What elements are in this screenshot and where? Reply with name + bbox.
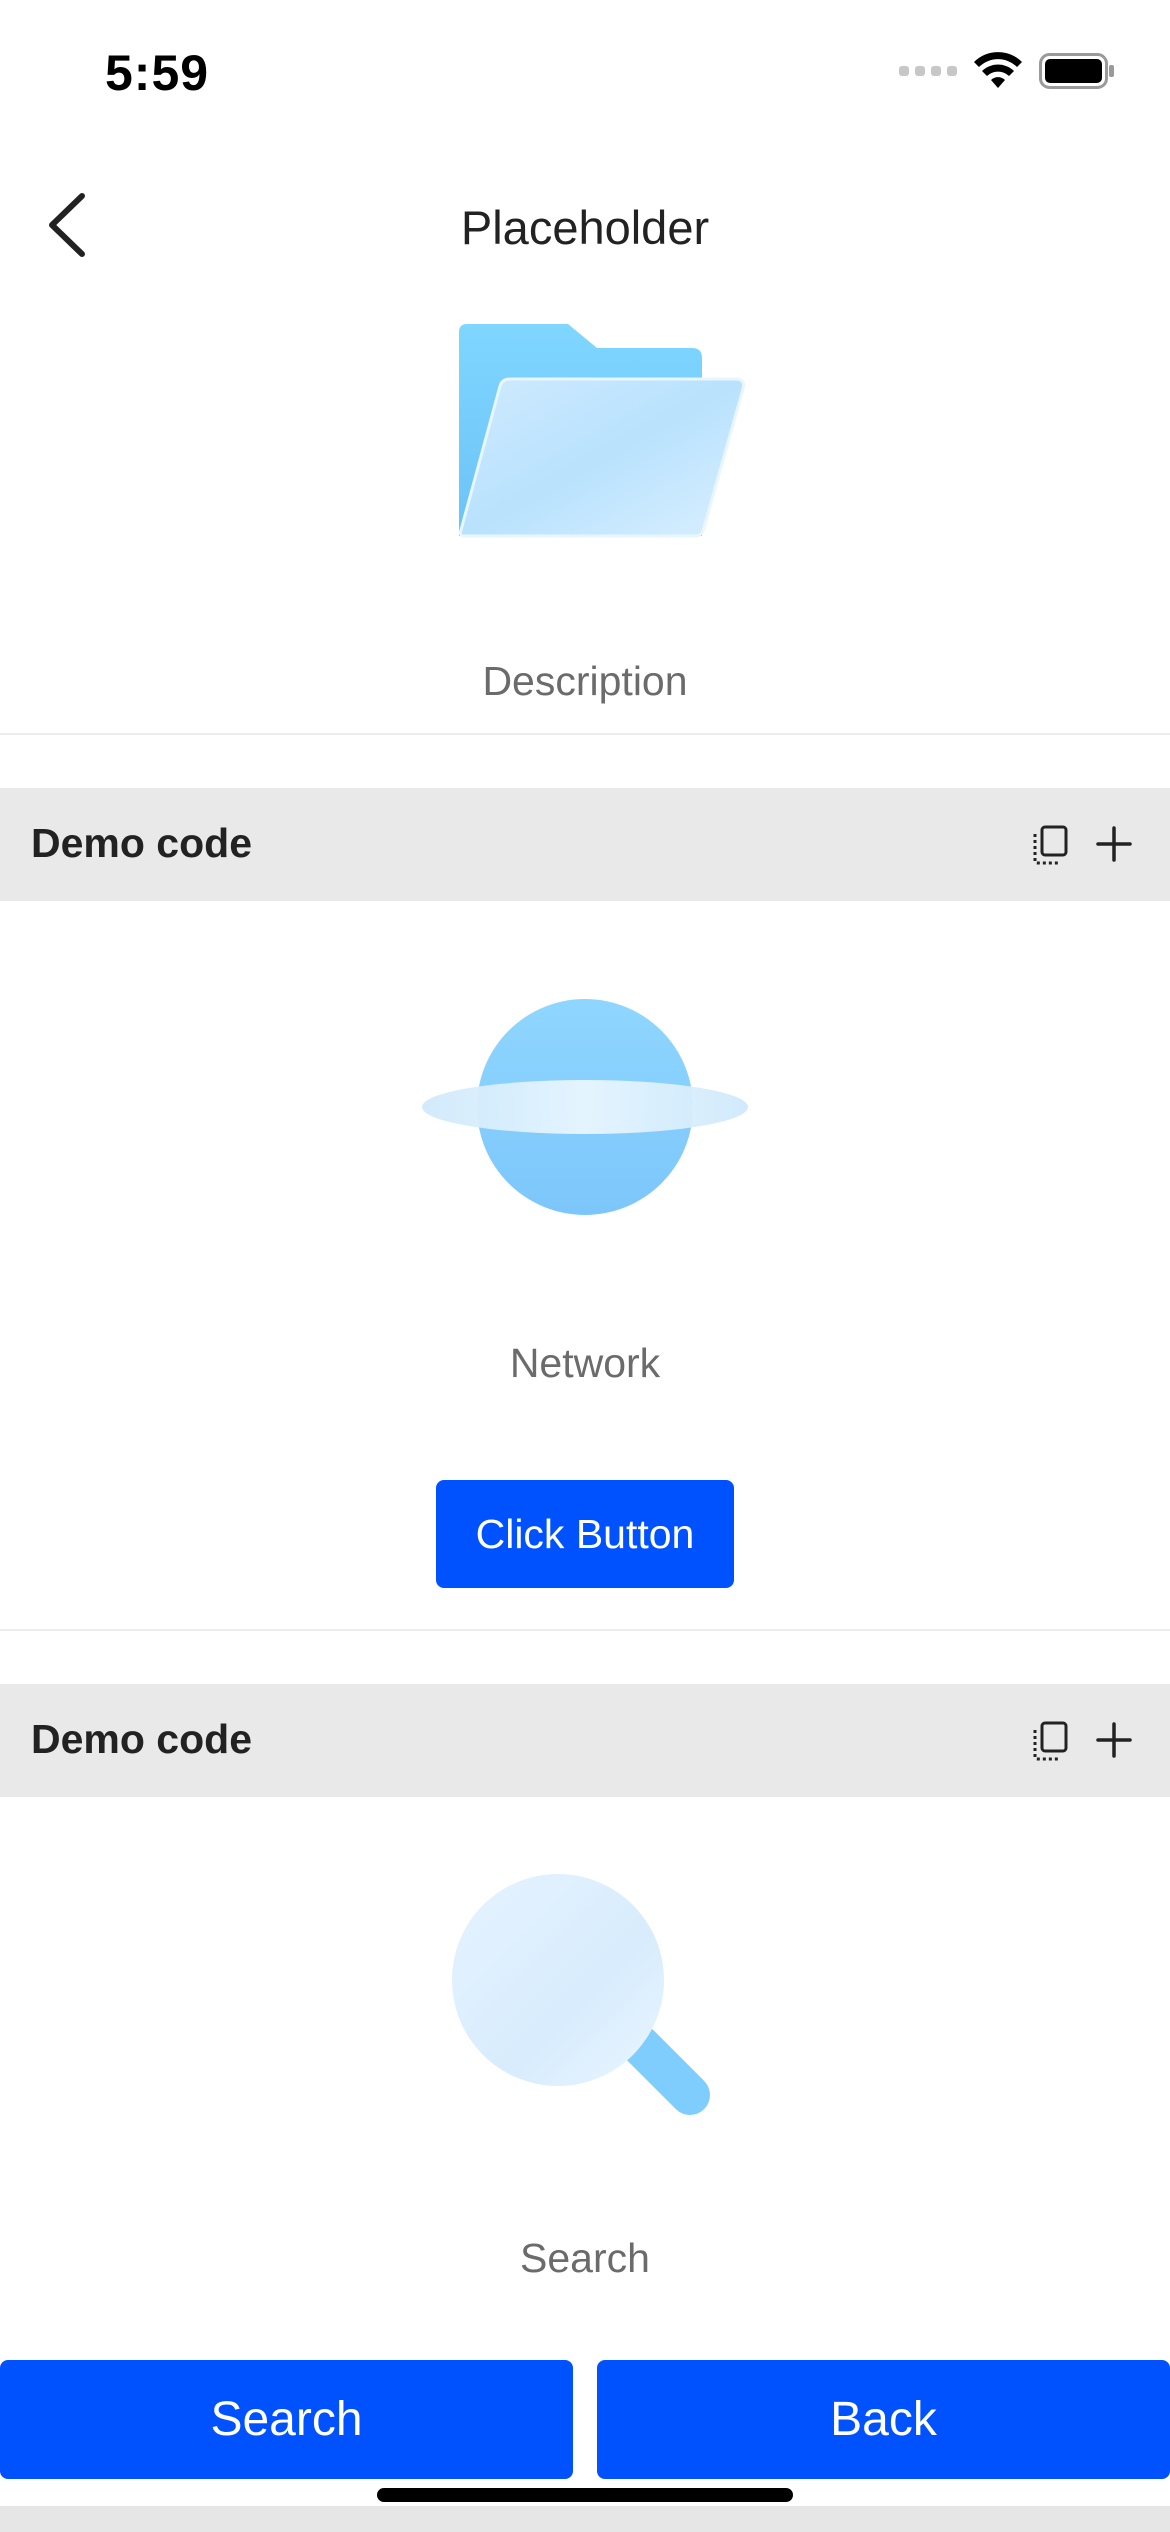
plus-icon[interactable]	[1094, 824, 1134, 864]
search-button[interactable]: Search	[0, 2360, 573, 2479]
page-title: Placeholder	[460, 201, 710, 254]
click-button[interactable]: Click Button	[436, 1480, 734, 1588]
search-caption: Search	[520, 2235, 650, 2281]
demo-title: Demo code	[31, 820, 252, 866]
status-bar: 5:59	[0, 0, 1170, 150]
divider	[0, 1629, 1170, 1631]
plus-icon[interactable]	[1094, 1720, 1134, 1760]
cellular-signal-icon	[899, 66, 957, 76]
nav-bar: Placeholder	[0, 160, 1170, 290]
status-time: 5:59	[105, 45, 210, 101]
home-indicator[interactable]	[377, 2488, 793, 2502]
demo-title: Demo code	[31, 1716, 252, 1762]
copy-icon[interactable]	[1030, 1720, 1070, 1762]
page: 5:59 Placeholder Description Demo code N…	[0, 0, 1170, 2532]
status-icons	[899, 52, 1115, 90]
bottom-strip	[0, 2506, 1170, 2532]
back-button[interactable]: Back	[597, 2360, 1170, 2479]
battery-icon	[1039, 53, 1114, 89]
magnifier-icon	[452, 1874, 710, 2115]
divider	[0, 733, 1170, 735]
demo-header: Demo code	[0, 788, 1170, 901]
wifi-icon	[974, 52, 1022, 88]
network-caption: Network	[509, 1340, 661, 1386]
demo-header: Demo code	[0, 1684, 1170, 1797]
copy-icon[interactable]	[1030, 824, 1070, 866]
folder-icon	[458, 324, 746, 538]
description-caption: Description	[482, 658, 688, 704]
network-planet-icon	[422, 999, 748, 1215]
